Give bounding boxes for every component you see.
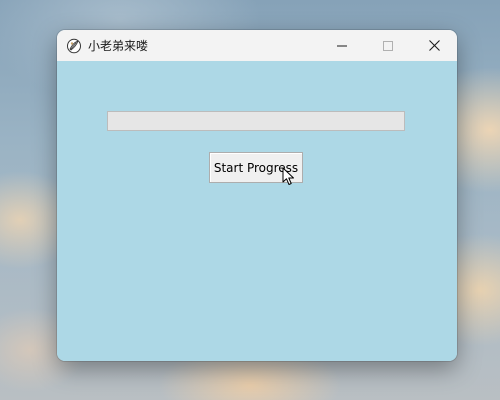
- app-window: 小老弟来喽 Start Progress: [57, 30, 457, 361]
- window-client-area: Start Progress: [57, 61, 457, 361]
- title-bar[interactable]: 小老弟来喽: [57, 30, 457, 61]
- progress-bar: [107, 111, 405, 131]
- minimize-button[interactable]: [319, 30, 365, 61]
- close-button[interactable]: [411, 30, 457, 61]
- close-icon: [428, 36, 440, 55]
- minimize-icon: [337, 36, 347, 55]
- maximize-icon: [383, 36, 393, 55]
- window-title: 小老弟来喽: [88, 39, 149, 53]
- desktop-wallpaper: 小老弟来喽 Start Progress: [0, 0, 500, 400]
- arrow-cursor-icon: [282, 167, 296, 187]
- maximize-button[interactable]: [365, 30, 411, 61]
- feather-quill-icon: [66, 38, 82, 54]
